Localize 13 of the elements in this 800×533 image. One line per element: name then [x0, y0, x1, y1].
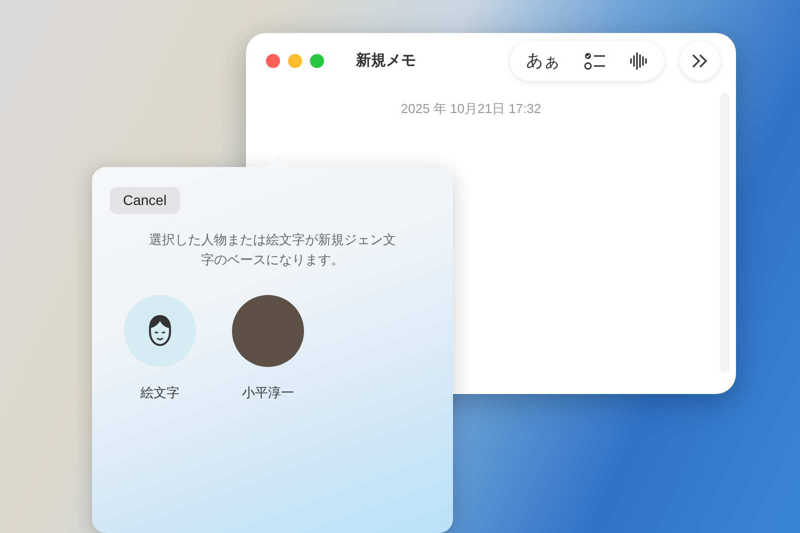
instruction-text: 選択した人物または絵文字が新規ジェン文字のベースになります。 — [148, 231, 397, 268]
cancel-button[interactable]: Cancel — [110, 187, 180, 214]
window-title: 新規メモ — [354, 50, 416, 71]
chevrons-icon — [691, 53, 709, 69]
close-button[interactable] — [266, 54, 280, 68]
emoji-label: 絵文字 — [140, 384, 180, 402]
more-button[interactable] — [680, 41, 720, 81]
waveform-icon[interactable] — [630, 51, 648, 71]
person-name: 小平淳一 — [242, 384, 294, 402]
format-button[interactable]: あぁ — [526, 48, 560, 74]
note-date: 2025 年 10月21日 17:32 — [400, 100, 542, 118]
checklist-icon[interactable] — [584, 51, 606, 71]
face-icon — [147, 314, 173, 348]
